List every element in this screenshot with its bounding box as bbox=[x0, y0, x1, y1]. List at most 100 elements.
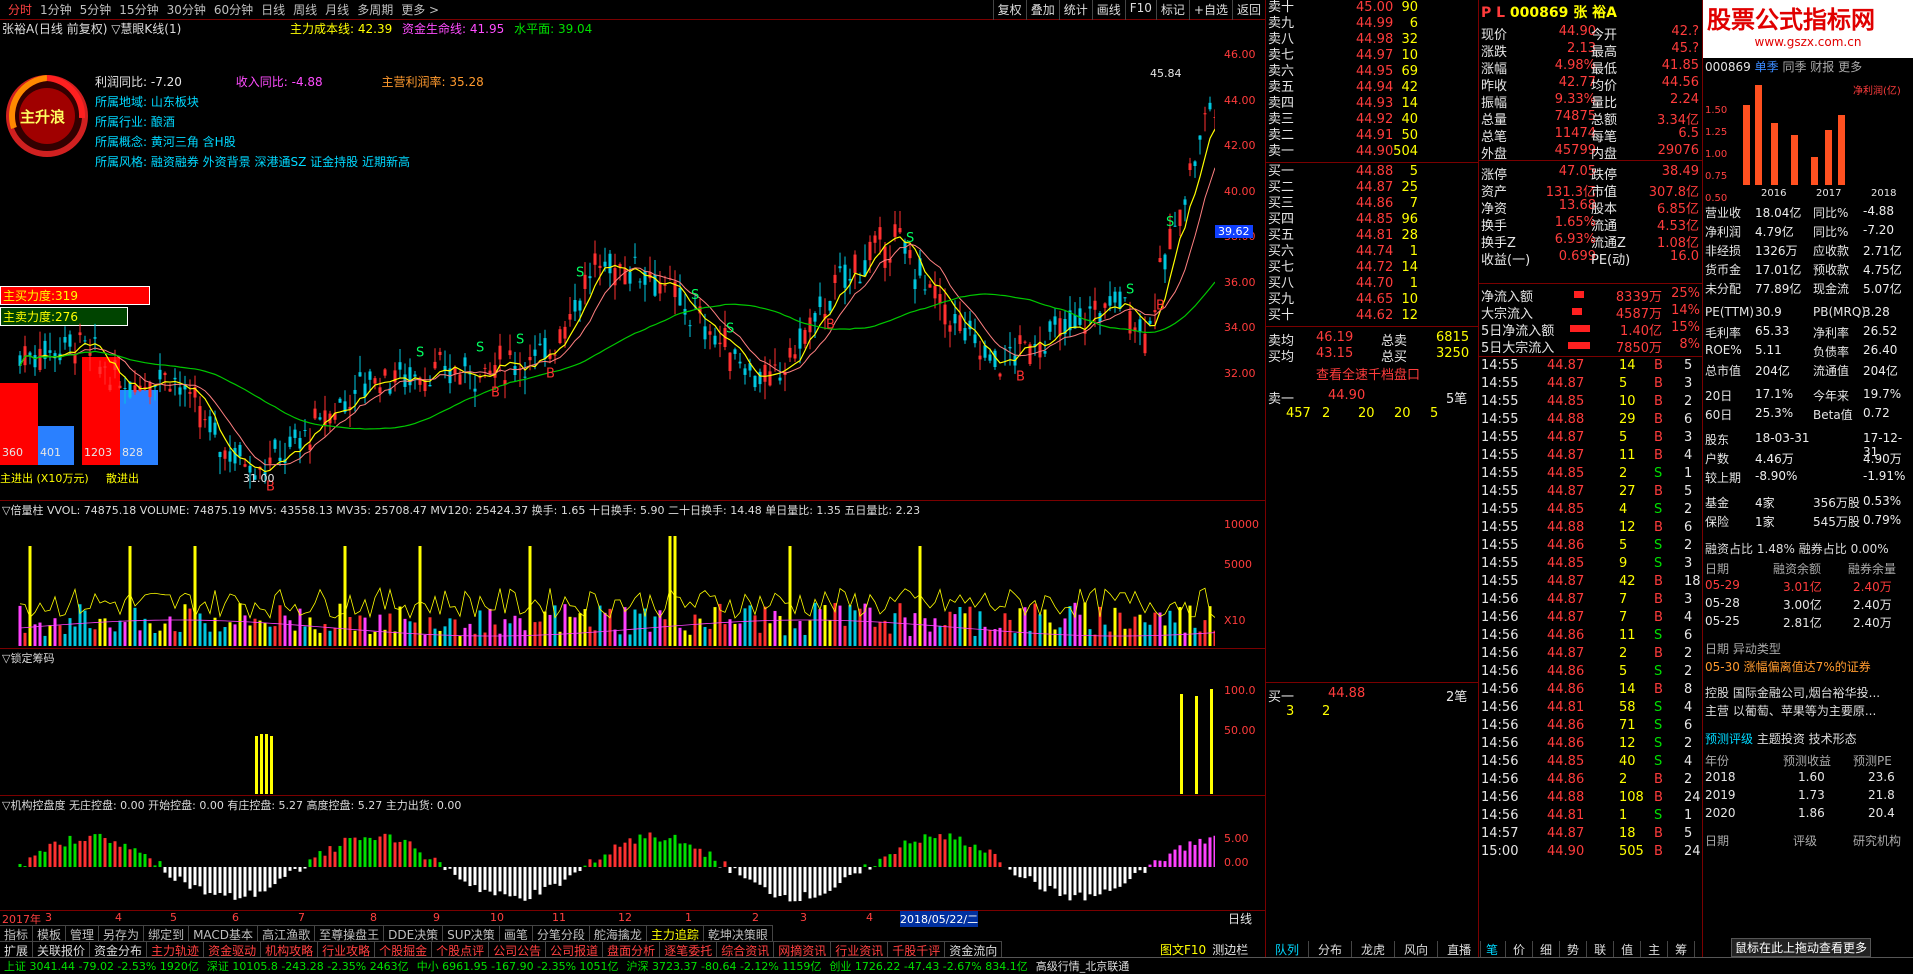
period-tab[interactable]: 周线 bbox=[289, 1, 321, 18]
indicator-tab[interactable]: SUP决策 bbox=[443, 926, 500, 941]
info-tab[interactable]: 资金驱动 bbox=[204, 942, 261, 957]
order-tab[interactable]: 分布 bbox=[1309, 941, 1352, 958]
indicator-tab[interactable]: 主力追踪 bbox=[647, 926, 704, 941]
kline-chart[interactable]: BSSBSBSSSBSBSBS bbox=[0, 40, 1215, 500]
lock-chips-chart[interactable] bbox=[0, 664, 1215, 794]
f10-button[interactable]: 图文F10 bbox=[1160, 941, 1206, 958]
detail-tab[interactable]: 联 bbox=[1587, 941, 1614, 958]
index-ticker[interactable]: 上证 3041.44 -79.02 -2.53% 1920亿 bbox=[0, 958, 203, 973]
ask-row-cell: 42 bbox=[1401, 80, 1418, 96]
info-tab[interactable]: 个股点评 bbox=[432, 942, 489, 957]
info-tab[interactable]: 行业攻略 bbox=[318, 942, 375, 957]
index-ticker[interactable]: 创业 1726.22 -47.43 -2.67% 834.1亿 bbox=[825, 958, 1031, 973]
info-tab[interactable]: 个股掘金 bbox=[375, 942, 432, 957]
f10-tab[interactable]: 财报 bbox=[1806, 60, 1834, 74]
indicator-tab[interactable]: MACD基本 bbox=[189, 926, 258, 941]
tick-cell: 14:56 bbox=[1481, 682, 1518, 697]
indicator-tab[interactable]: 绑定到 bbox=[144, 926, 189, 941]
detail-tab[interactable]: 筹 bbox=[1668, 941, 1695, 958]
info-tab[interactable]: 公司公告 bbox=[489, 942, 546, 957]
order-tab[interactable]: 风向 bbox=[1395, 941, 1438, 958]
info-tab[interactable]: 资金流向 bbox=[945, 942, 1002, 957]
info-tab[interactable]: 盘面分析 bbox=[603, 942, 660, 957]
f10-cell: 3.28 bbox=[1863, 305, 1890, 319]
info-tab[interactable]: 公司报道 bbox=[546, 942, 603, 957]
order-tab[interactable]: 龙虎 bbox=[1352, 941, 1395, 958]
f10-tab[interactable]: 单季 bbox=[1751, 60, 1779, 74]
sell1-queue-head: 5笔 bbox=[1446, 388, 1467, 407]
period-tab[interactable]: 日线 bbox=[257, 1, 289, 18]
detail-tab[interactable]: 细 bbox=[1533, 941, 1560, 958]
period-tab[interactable]: 60分钟 bbox=[210, 1, 257, 18]
price-tick: 46.00 bbox=[1224, 48, 1256, 61]
order-tab[interactable]: 直播 bbox=[1438, 941, 1481, 958]
indicator-tab[interactable]: 管理 bbox=[66, 926, 99, 941]
info-tab[interactable]: 主力轨迹 bbox=[147, 942, 204, 957]
index-ticker[interactable]: 高级行情_北京联通 bbox=[1032, 958, 1134, 973]
indicator-tab[interactable]: 高江渔歌 bbox=[258, 926, 315, 941]
index-ticker[interactable]: 中小 6961.95 -167.90 -2.35% 1051亿 bbox=[413, 958, 623, 973]
info-tab[interactable]: 逐笔委托 bbox=[660, 942, 717, 957]
indicator-tab[interactable]: 舵海擒龙 bbox=[590, 926, 647, 941]
index-ticker[interactable]: 深证 10105.8 -243.28 -2.35% 2463亿 bbox=[203, 958, 413, 973]
year-label: 2018 bbox=[1871, 188, 1896, 199]
info-tab[interactable]: 关联报价 bbox=[33, 942, 90, 957]
tick-cell: B bbox=[1654, 520, 1663, 535]
info-tab[interactable]: 千股千评 bbox=[888, 942, 945, 957]
tool-button[interactable]: 画线 bbox=[1092, 0, 1125, 20]
indicator-tab[interactable]: 画笔 bbox=[500, 926, 533, 941]
sidebar-button[interactable]: 测边栏 bbox=[1212, 941, 1248, 958]
f10-tab[interactable]: 同季 bbox=[1779, 60, 1807, 74]
institution-chart[interactable] bbox=[0, 812, 1215, 912]
view-all-depth-link[interactable]: 查看全速千档盘口 bbox=[1316, 364, 1420, 383]
forecast-tab[interactable]: 技术形态 bbox=[1809, 732, 1857, 746]
rating-head-cell: 研究机构 bbox=[1853, 832, 1901, 849]
high-label: 45.84 bbox=[1150, 67, 1182, 80]
ask-row-cell: 6 bbox=[1410, 16, 1418, 32]
period-tab[interactable]: 1分钟 bbox=[36, 1, 76, 18]
svg-text:S: S bbox=[1166, 215, 1174, 230]
index-ticker[interactable]: 沪深 3723.37 -80.64 -2.12% 1159亿 bbox=[623, 958, 826, 973]
tool-button[interactable]: 返回 bbox=[1232, 0, 1265, 20]
tool-button[interactable]: F10 bbox=[1125, 0, 1156, 20]
info-tab[interactable]: 综合资讯 bbox=[717, 942, 774, 957]
detail-tab[interactable]: 笔 bbox=[1479, 941, 1506, 958]
day-button[interactable]: 日线 bbox=[1228, 910, 1252, 927]
tool-button[interactable]: 叠加 bbox=[1026, 0, 1059, 20]
order-tab[interactable]: 队列 bbox=[1266, 941, 1309, 958]
indicator-tab[interactable]: 模板 bbox=[33, 926, 66, 941]
period-tab[interactable]: 更多 > bbox=[397, 1, 443, 18]
info-tab[interactable]: 行业资讯 bbox=[831, 942, 888, 957]
period-tab[interactable]: 月线 bbox=[321, 1, 353, 18]
margin-cell: 2.40万 bbox=[1853, 596, 1892, 613]
profit-axis-tick: 0.75 bbox=[1705, 166, 1727, 188]
indicator-tab[interactable]: DDE决策 bbox=[384, 926, 443, 941]
indicator-tab[interactable]: 指标 bbox=[0, 926, 33, 941]
indicator-tab[interactable]: 至尊操盘王 bbox=[315, 926, 384, 941]
margin-cell: 3.01亿 bbox=[1783, 578, 1822, 595]
info-tab[interactable]: 网摘资讯 bbox=[774, 942, 831, 957]
tool-button[interactable]: 复权 bbox=[993, 0, 1026, 20]
tool-button[interactable]: 统计 bbox=[1059, 0, 1092, 20]
detail-tab[interactable]: 主 bbox=[1641, 941, 1668, 958]
volume-chart[interactable] bbox=[0, 518, 1215, 646]
indicator-tab[interactable]: 另存为 bbox=[99, 926, 144, 941]
f10-tab[interactable]: 更多 bbox=[1834, 60, 1862, 74]
period-tab[interactable]: 30分钟 bbox=[163, 1, 210, 18]
indicator-tab[interactable]: 乾坤决策眼 bbox=[704, 926, 773, 941]
period-tab[interactable]: 5分钟 bbox=[76, 1, 116, 18]
info-tab[interactable]: 扩展 bbox=[0, 942, 33, 957]
tool-button[interactable]: 标记 bbox=[1156, 0, 1189, 20]
detail-tab[interactable]: 势 bbox=[1560, 941, 1587, 958]
forecast-tab[interactable]: 主题投资 bbox=[1757, 732, 1809, 746]
period-tab[interactable]: 15分钟 bbox=[115, 1, 162, 18]
indicator-tab[interactable]: 分笔分段 bbox=[533, 926, 590, 941]
tool-button[interactable]: +自选 bbox=[1189, 0, 1232, 20]
detail-tab[interactable]: 价 bbox=[1506, 941, 1533, 958]
period-tab[interactable]: 分时 bbox=[4, 1, 36, 18]
info-tab[interactable]: 资金分布 bbox=[90, 942, 147, 957]
period-tab[interactable]: 多周期 bbox=[353, 1, 397, 18]
forecast-tab[interactable]: 预测评级 bbox=[1705, 732, 1757, 746]
detail-tab[interactable]: 值 bbox=[1614, 941, 1641, 958]
info-tab[interactable]: 机构攻略 bbox=[261, 942, 318, 957]
